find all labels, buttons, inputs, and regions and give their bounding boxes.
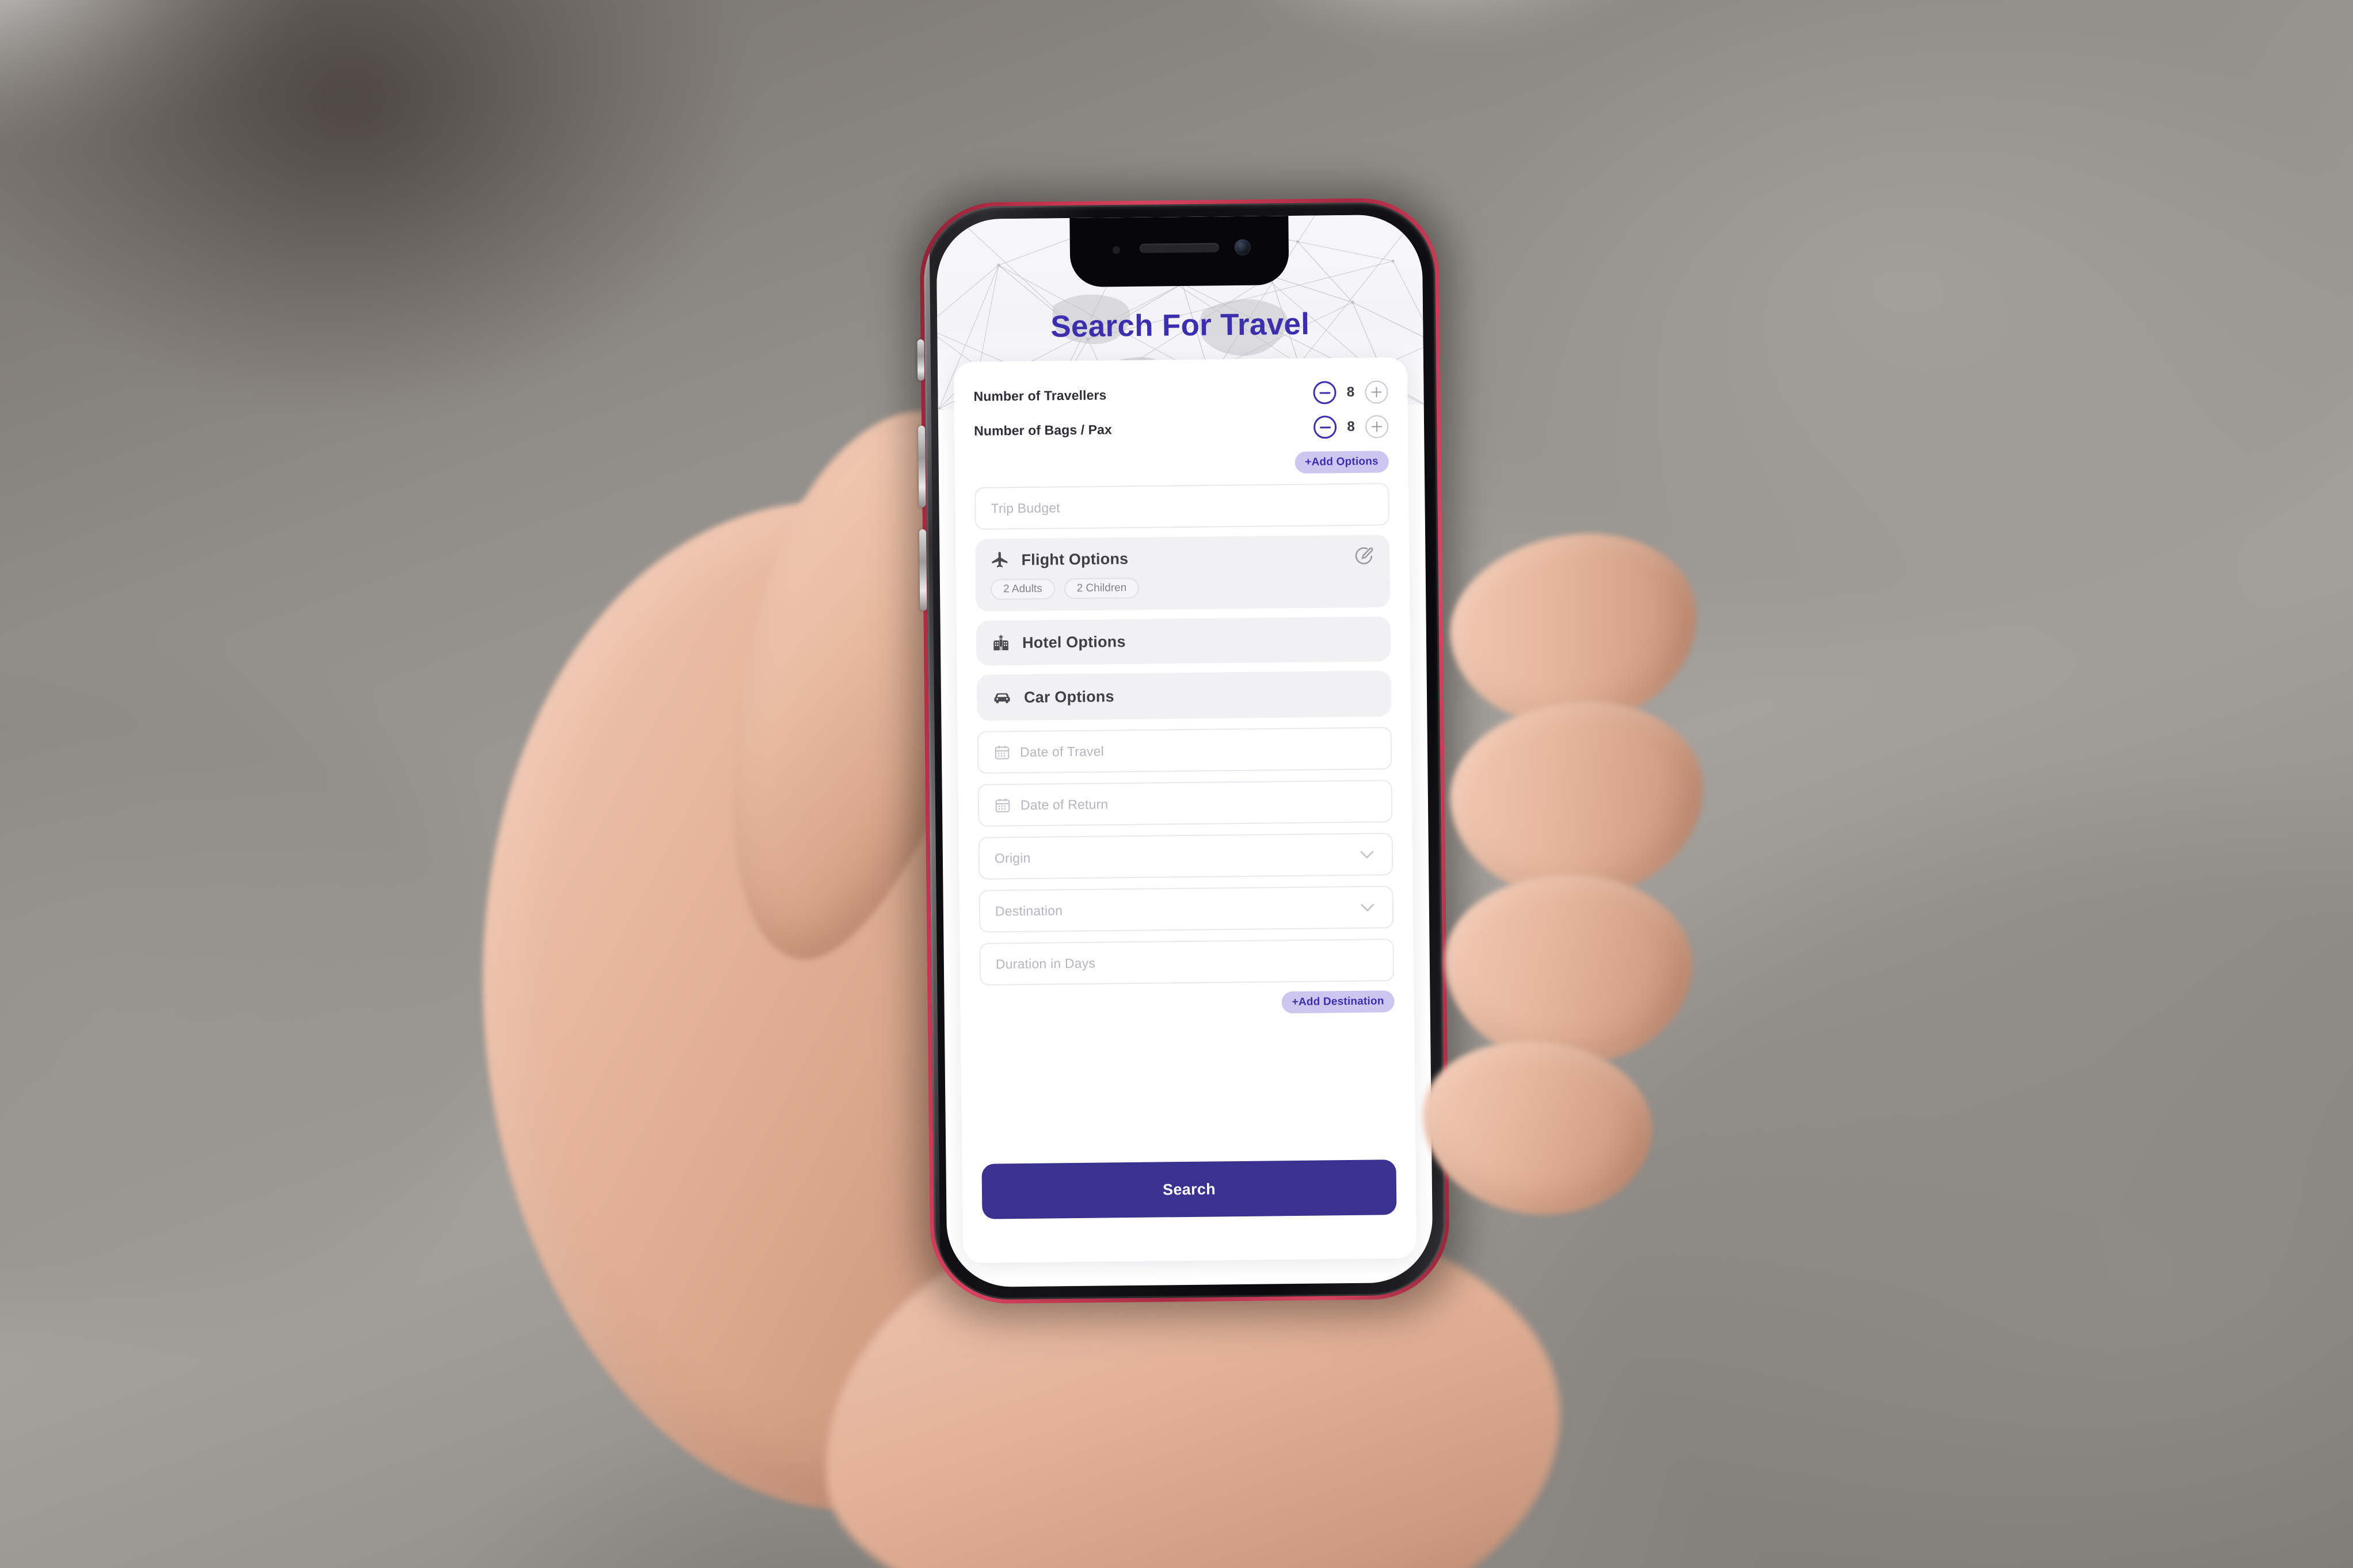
phone-screen: Search For Travel Number of Travellers 8… <box>936 214 1433 1288</box>
add-options-button[interactable]: +Add Options <box>1294 451 1389 474</box>
origin-placeholder: Origin <box>994 850 1031 865</box>
date-of-travel-placeholder: Date of Travel <box>1019 743 1105 760</box>
duration-placeholder: Duration in Days <box>995 955 1096 971</box>
trip-budget-input[interactable]: Trip Budget <box>974 483 1389 530</box>
trip-budget-placeholder: Trip Budget <box>991 499 1060 516</box>
hotel-building-icon <box>991 633 1011 653</box>
date-of-travel-input[interactable]: Date of Travel <box>977 727 1392 774</box>
hotel-options-header: Hotel Options <box>991 630 1376 653</box>
volume-up-button[interactable] <box>918 425 926 508</box>
flight-options-card[interactable]: Flight Options 2 Adults 2 Children <box>975 535 1391 612</box>
chip-adults[interactable]: 2 Adults <box>990 578 1055 600</box>
calendar-icon <box>994 796 1011 814</box>
counter-value: 8 <box>1346 384 1355 400</box>
counter-row-bags: Number of Bags / Pax 8 <box>974 409 1389 448</box>
car-options-card[interactable]: Car Options <box>976 670 1392 721</box>
counter-value: 8 <box>1347 418 1355 435</box>
date-of-return-placeholder: Date of Return <box>1020 796 1109 812</box>
minus-circle-icon[interactable] <box>1313 415 1337 439</box>
chip-children[interactable]: 2 Children <box>1064 577 1140 600</box>
plus-circle-icon[interactable] <box>1365 380 1388 404</box>
car-front-icon <box>992 687 1012 708</box>
edit-pencil-icon[interactable] <box>1353 545 1375 567</box>
add-destination-button[interactable]: +Add Destination <box>1281 990 1395 1014</box>
add-destination-row: +Add Destination <box>980 990 1395 1017</box>
minus-circle-icon[interactable] <box>1313 381 1337 405</box>
counter-label: Number of Bags / Pax <box>974 421 1113 438</box>
proximity-sensor-icon <box>1112 246 1120 254</box>
date-of-return-input[interactable]: Date of Return <box>977 780 1393 827</box>
destination-select[interactable]: Destination <box>978 886 1394 933</box>
flight-options-chips: 2 Adults 2 Children <box>990 575 1375 600</box>
flight-options-title: Flight Options <box>1021 550 1129 569</box>
hotel-options-title: Hotel Options <box>1022 632 1126 651</box>
search-button[interactable]: Search <box>981 1159 1397 1219</box>
flight-options-header: Flight Options <box>990 545 1375 571</box>
counter-controls: 8 <box>1313 415 1389 439</box>
car-options-header: Car Options <box>992 684 1376 708</box>
duration-in-days-input[interactable]: Duration in Days <box>979 938 1395 986</box>
counter-label: Number of Travellers <box>973 387 1107 404</box>
plus-circle-icon[interactable] <box>1365 415 1389 438</box>
phone-notch <box>1069 216 1289 288</box>
destination-placeholder: Destination <box>995 902 1063 918</box>
counter-controls: 8 <box>1313 380 1388 405</box>
front-camera-icon <box>1234 239 1251 256</box>
chevron-down-icon[interactable] <box>1358 898 1377 917</box>
calendar-icon <box>993 743 1011 761</box>
search-form-card: Number of Travellers 8 Number of Bags / … <box>953 357 1417 1264</box>
car-options-title: Car Options <box>1023 687 1114 706</box>
counter-row-travellers: Number of Travellers 8 <box>973 375 1388 414</box>
airplane-icon <box>990 550 1010 570</box>
hotel-options-card[interactable]: Hotel Options <box>976 616 1391 666</box>
add-options-row: +Add Options <box>974 451 1389 477</box>
earpiece-speaker-icon <box>1139 243 1219 253</box>
chevron-down-icon[interactable] <box>1357 845 1377 864</box>
phone-device: Search For Travel Number of Travellers 8… <box>908 186 1464 1320</box>
page-title: Search For Travel <box>1050 307 1310 344</box>
phone-body: Search For Travel Number of Travellers 8… <box>923 201 1446 1300</box>
mute-switch[interactable] <box>917 339 925 381</box>
scene: Search For Travel Number of Travellers 8… <box>0 0 2353 1568</box>
volume-down-button[interactable] <box>919 529 927 611</box>
origin-select[interactable]: Origin <box>978 833 1393 880</box>
